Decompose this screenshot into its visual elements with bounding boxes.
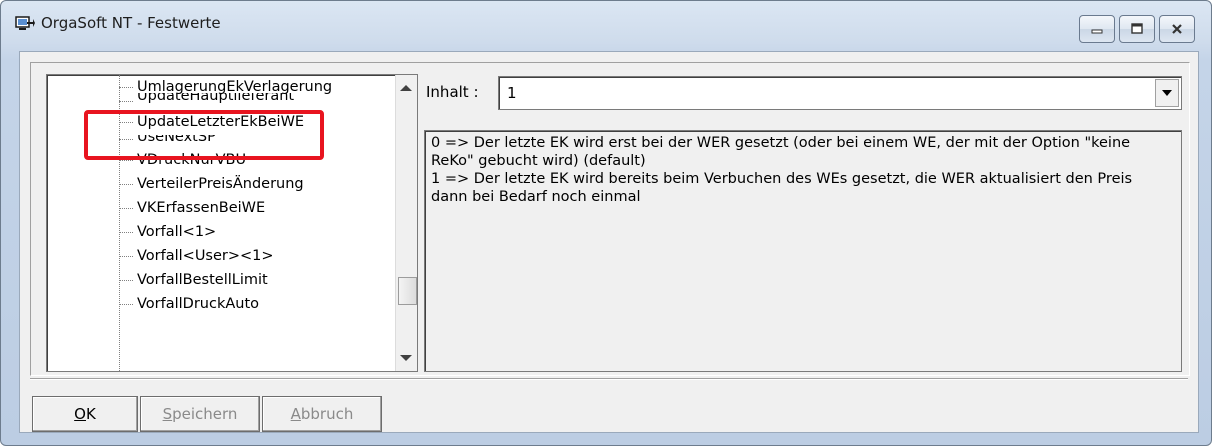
tree-scrollbar[interactable] [395, 75, 417, 371]
title-bar[interactable]: OrgaSoft NT - Festwerte [1, 1, 1211, 47]
scroll-up-icon[interactable] [400, 85, 412, 91]
highlight-annotation [84, 110, 324, 160]
app-icon [15, 16, 35, 30]
divider [30, 378, 1188, 380]
tree-item-label: VorfallDruckAuto [137, 296, 260, 312]
tree-item[interactable]: VorfallBestellLimit [119, 269, 268, 291]
close-button[interactable] [1159, 15, 1195, 43]
ok-button[interactable]: OK [32, 396, 138, 432]
tree-item-label: VKErfassenBeiWE [137, 200, 266, 216]
tree-item-label: VerteilerPreisÄnderung [137, 176, 304, 192]
chevron-down-icon [1162, 90, 1172, 96]
description-line: 1 => Der letzte EK wird bereits beim Ver… [431, 171, 1133, 187]
maximize-button[interactable] [1119, 15, 1155, 43]
tree-item-label: VorfallBestellLimit [137, 272, 268, 288]
minimize-button[interactable] [1079, 15, 1115, 43]
scroll-down-icon[interactable] [400, 355, 412, 361]
description-line: dann bei Bedarf noch einmal [431, 189, 641, 205]
tree-item[interactable]: UpdateHauptlieferant [119, 93, 294, 109]
description-memo[interactable]: 0 => Der letzte EK wird erst bei der WER… [424, 130, 1182, 372]
ok-label: K [85, 405, 96, 423]
tree-item[interactable]: Vorfall<1> [119, 221, 216, 243]
tree-item[interactable]: VorfallDruckAuto [119, 293, 259, 315]
description-line: ReKo" gebucht wird) (default) [431, 153, 646, 169]
inhalt-value: 1 [507, 84, 517, 102]
speichern-button[interactable]: Speichern [140, 396, 260, 432]
tree-item-label: UpdateHauptlieferant [137, 93, 295, 104]
minimize-icon [1091, 29, 1103, 34]
description-line: 0 => Der letzte EK wird erst bei der WER… [431, 135, 1131, 151]
tree-item-label: Vorfall<User><1> [137, 248, 274, 264]
speichern-label: peichern [172, 405, 238, 423]
maximize-icon [1131, 23, 1143, 34]
window-title: OrgaSoft NT - Festwerte [41, 14, 221, 32]
abbruch-button[interactable]: Abbruch [262, 396, 382, 432]
client-area: UmlagerungEkVerlagerung UpdateHauptliefe… [19, 51, 1199, 433]
close-icon [1172, 24, 1182, 34]
ok-mnemonic: O [74, 405, 86, 423]
app-window: OrgaSoft NT - Festwerte UmlagerungEkVerl… [0, 0, 1212, 446]
tree-item-label: Vorfall<1> [137, 224, 217, 240]
tree-item[interactable]: VerteilerPreisÄnderung [119, 173, 304, 195]
combo-dropdown-button[interactable] [1155, 79, 1179, 107]
tree-item[interactable]: VKErfassenBeiWE [119, 197, 265, 219]
abbruch-label: bbruch [300, 405, 354, 423]
scrollbar-thumb[interactable] [398, 277, 417, 305]
tree-item[interactable]: Vorfall<User><1> [119, 245, 274, 267]
abbruch-mnemonic: A [290, 405, 301, 423]
speichern-mnemonic: S [162, 405, 173, 423]
inhalt-combobox[interactable]: 1 [498, 76, 1182, 110]
inhalt-label: Inhalt : [426, 83, 479, 101]
